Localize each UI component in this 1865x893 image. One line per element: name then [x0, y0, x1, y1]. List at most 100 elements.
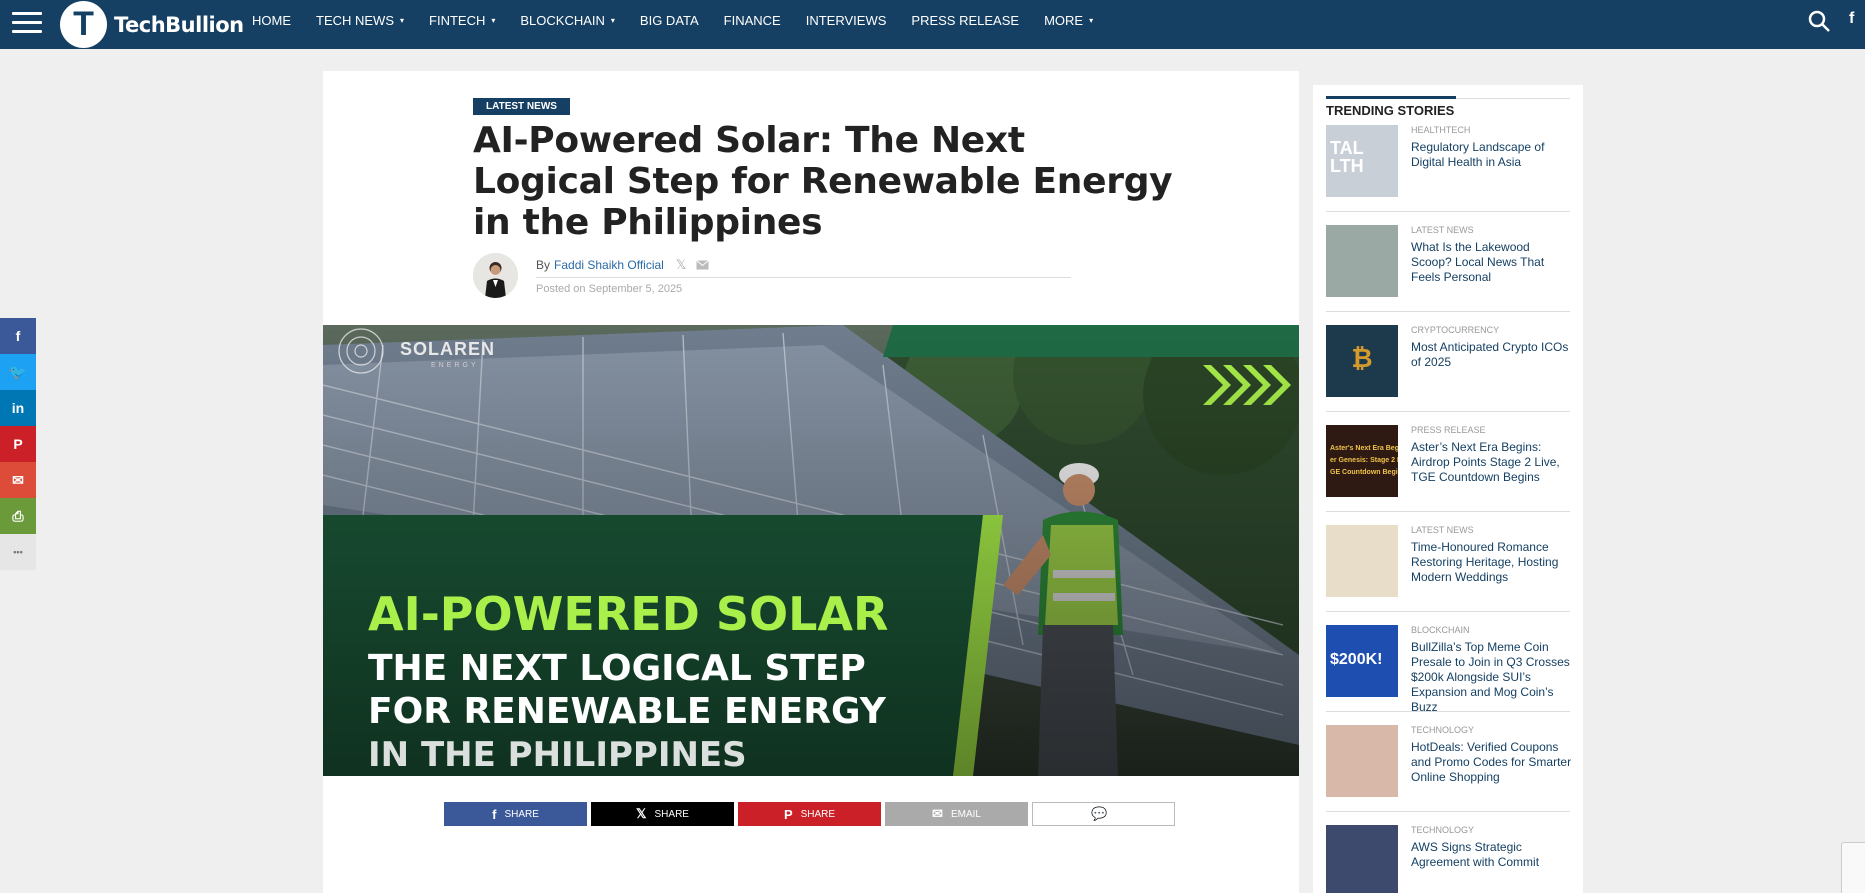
trending-story[interactable]: TECHNOLOGY AWS Signs Strategic Agreement … — [1326, 825, 1570, 893]
site-logo[interactable]: T TechBullion — [60, 1, 244, 48]
recaptcha-badge[interactable] — [1841, 842, 1865, 893]
story-title[interactable]: Most Anticipated Crypto ICOs of 2025 — [1411, 340, 1573, 370]
story-category[interactable]: LATEST NEWS — [1411, 525, 1474, 535]
story-title[interactable]: Time-Honoured Romance Restoring Heritage… — [1411, 540, 1573, 585]
author-link[interactable]: Faddi Shaikh Official — [554, 258, 664, 272]
author-avatar[interactable] — [473, 253, 518, 298]
story-divider — [1326, 811, 1570, 812]
category-badge[interactable]: LATEST NEWS — [473, 98, 570, 115]
chevron-down-icon: ▾ — [610, 16, 615, 25]
facebook-icon: f — [492, 806, 497, 822]
trending-accent-bar — [1326, 96, 1456, 99]
rail-print-icon[interactable]: ⎙ — [0, 498, 36, 534]
story-divider — [1326, 511, 1570, 512]
trending-story[interactable]: Aster's Next Era Begins er Genesis: Stag… — [1326, 425, 1570, 525]
author-x-icon[interactable]: 𝕏 — [676, 257, 686, 273]
nav-item-fintech[interactable]: FINTECH ▾ — [429, 13, 495, 28]
story-category[interactable]: TECHNOLOGY — [1411, 825, 1474, 835]
nav-item-finance[interactable]: FINANCE — [724, 13, 781, 28]
nav-item-label: MORE — [1044, 13, 1084, 28]
rail-more-icon[interactable]: ••• — [0, 534, 36, 570]
rail-email-icon[interactable]: ✉ — [0, 462, 36, 498]
story-category[interactable]: PRESS RELEASE — [1411, 425, 1486, 435]
nav-item-label: BLOCKCHAIN — [520, 13, 605, 28]
hero-brand-subtext: ENERGY — [431, 362, 479, 369]
trending-story[interactable]: TAL LTH HEALTHTECH Regulatory Landscape of… — [1326, 125, 1570, 225]
chevron-down-icon: ▾ — [1089, 16, 1094, 25]
rail-facebook-icon[interactable]: f — [0, 318, 36, 354]
search-icon[interactable] — [1807, 9, 1831, 33]
story-divider — [1326, 411, 1570, 412]
author-email-icon[interactable] — [696, 260, 710, 270]
story-thumbnail[interactable] — [1326, 525, 1398, 597]
story-title[interactable]: What Is the Lakewood Scoop? Local News T… — [1411, 240, 1573, 285]
share-facebook-button[interactable]: f SHARE — [444, 802, 587, 826]
trending-story[interactable]: $200K! BLOCKCHAIN BullZilla’s Top Meme Coi… — [1326, 625, 1570, 725]
trending-story[interactable]: ₿ CRYPTOCURRENCY Most Anticipated Crypto I… — [1326, 325, 1570, 425]
publish-date: September 5, 2025 — [588, 283, 683, 295]
story-thumbnail[interactable] — [1326, 725, 1398, 797]
share-email-button[interactable]: ✉ EMAIL — [885, 802, 1028, 826]
story-divider — [1326, 611, 1570, 612]
share-label: SHARE — [654, 808, 689, 820]
rail-twitter-icon[interactable]: 🐦 — [0, 354, 36, 390]
story-category[interactable]: BLOCKCHAIN — [1411, 625, 1470, 635]
share-x-button[interactable]: 𝕏 SHARE — [591, 802, 734, 826]
story-category[interactable]: LATEST NEWS — [1411, 225, 1474, 235]
hamburger-menu-icon[interactable] — [12, 12, 42, 36]
nav-item-label: TECH NEWS — [316, 13, 394, 28]
posted-date: Posted on September 5, 2025 — [536, 283, 682, 295]
story-title[interactable]: Regulatory Landscape of Digital Health i… — [1411, 140, 1573, 170]
story-category[interactable]: TECHNOLOGY — [1411, 725, 1474, 735]
nav-item-home[interactable]: HOME — [252, 13, 291, 28]
story-divider — [1326, 711, 1570, 712]
trending-title: TRENDING STORIES — [1326, 103, 1455, 118]
main-menu: HOME TECH NEWS ▾ FINTECH ▾ BLOCKCHAIN ▾ BIG DAT… — [252, 0, 1118, 41]
nav-item-press-release[interactable]: PRESS RELEASE — [911, 13, 1019, 28]
story-thumbnail[interactable]: Aster's Next Era Begins er Genesis: Stag… — [1326, 425, 1398, 497]
nav-item-label: HOME — [252, 13, 291, 28]
hero-brand-text: SOLAREN — [400, 339, 495, 359]
nav-item-interviews[interactable]: INTERVIEWS — [806, 13, 887, 28]
story-thumbnail[interactable] — [1326, 225, 1398, 297]
story-thumbnail-text: TAL LTH — [1330, 138, 1364, 176]
hero-line-4: IN THE PHILIPPINES — [368, 735, 747, 775]
rail-linkedin-icon[interactable]: in — [0, 390, 36, 426]
article-title: AI-Powered Solar: The Next Logical Step … — [473, 120, 1173, 243]
story-category[interactable]: CRYPTOCURRENCY — [1411, 325, 1499, 335]
story-title[interactable]: Aster’s Next Era Begins: Airdrop Points … — [1411, 440, 1573, 485]
nav-item-more[interactable]: MORE ▾ — [1044, 13, 1093, 28]
nav-item-label: FINTECH — [429, 13, 486, 28]
chevron-down-icon: ▾ — [491, 16, 496, 25]
story-thumbnail[interactable]: ₿ — [1326, 325, 1398, 397]
nav-item-label: BIG DATA — [639, 13, 699, 28]
story-title[interactable]: BullZilla’s Top Meme Coin Presale to Joi… — [1411, 640, 1573, 715]
story-thumbnail[interactable] — [1326, 825, 1398, 893]
article-card: LATEST NEWS AI-Powered Solar: The Next L… — [323, 71, 1299, 893]
floating-share-rail: f 🐦 in P ✉ ⎙ ••• — [0, 318, 36, 570]
story-thumbnail-text: ₿ — [1351, 343, 1373, 373]
story-category[interactable]: HEALTHTECH — [1411, 125, 1470, 135]
story-thumbnail[interactable]: TAL LTH — [1326, 125, 1398, 197]
byline: By Faddi Shaikh Official 𝕏 — [536, 257, 710, 273]
story-thumbnail[interactable]: $200K! — [1326, 625, 1398, 697]
share-label: SHARE — [504, 808, 539, 820]
nav-item-label: INTERVIEWS — [805, 13, 887, 28]
trending-story[interactable]: TECHNOLOGY HotDeals: Verified Coupons and… — [1326, 725, 1573, 825]
share-pinterest-button[interactable]: P SHARE — [738, 802, 881, 826]
nav-item-blockchain[interactable]: BLOCKCHAIN ▾ — [520, 13, 615, 28]
share-comment-button[interactable]: 💬 — [1032, 802, 1175, 826]
trending-story[interactable]: LATEST NEWS Time-Honoured Romance Restori… — [1326, 525, 1570, 625]
logo-mark: T — [60, 1, 107, 48]
rail-pinterest-icon[interactable]: P — [0, 426, 36, 462]
comment-icon: 💬 — [1091, 806, 1108, 821]
share-bar: f SHARE 𝕏 SHARE P SHARE ✉ EMAIL 💬 — [444, 802, 1179, 826]
facebook-icon[interactable]: f — [1849, 10, 1854, 28]
byline-divider — [536, 277, 1071, 278]
story-title[interactable]: AWS Signs Strategic Agreement with Commi… — [1411, 840, 1573, 870]
hero-line-1: AI-POWERED SOLAR — [368, 587, 888, 641]
trending-story[interactable]: LATEST NEWS What Is the Lakewood Scoop? L… — [1326, 225, 1570, 325]
story-title[interactable]: HotDeals: Verified Coupons and Promo Cod… — [1411, 740, 1573, 785]
nav-item-big-data[interactable]: BIG DATA — [640, 13, 699, 28]
nav-item-tech-news[interactable]: TECH NEWS ▾ — [316, 13, 404, 28]
